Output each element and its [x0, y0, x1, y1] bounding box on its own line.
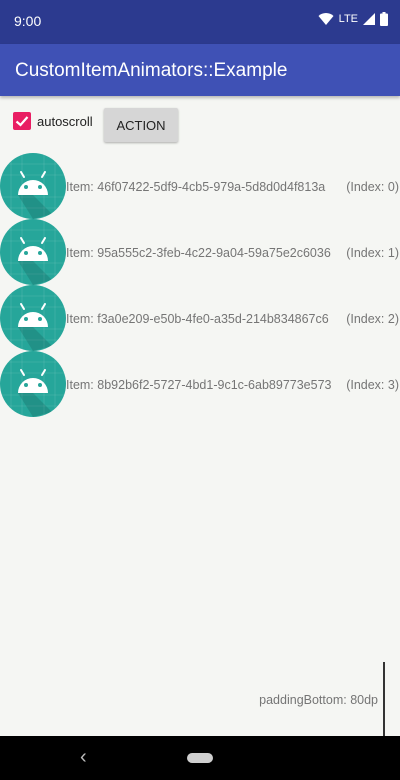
action-button[interactable]: ACTION	[104, 108, 178, 142]
status-time: 9:00	[14, 13, 42, 29]
controls-row: autoscroll ACTION	[0, 96, 400, 154]
item-id-text: Item: 46f07422-5df9-4cb5-979a-5d8d0d4f81…	[66, 180, 326, 194]
android-avatar-icon	[0, 351, 66, 417]
home-pill-icon[interactable]	[187, 753, 213, 763]
list-item[interactable]: Item: 95a555c2-3feb-4c22-9a04-59a75e2c60…	[0, 219, 400, 285]
page-title: CustomItemAnimators::Example	[15, 60, 288, 81]
android-avatar-icon	[0, 285, 66, 351]
item-index-text: (Index: 3)	[346, 378, 399, 392]
item-id-text: Item: 8b92b6f2-5727-4bd1-9c1c-6ab89773e5…	[66, 378, 332, 392]
app-bar: CustomItemAnimators::Example	[0, 44, 400, 96]
android-avatar-icon	[0, 153, 66, 219]
list-item[interactable]: Item: f3a0e209-e50b-4fe0-a35d-214b834867…	[0, 285, 400, 351]
network-type-label: LTE	[338, 13, 358, 25]
item-id-text: Item: f3a0e209-e50b-4fe0-a35d-214b834867…	[66, 312, 329, 326]
navigation-bar: ‹	[0, 736, 400, 780]
item-index-text: (Index: 2)	[346, 312, 399, 326]
padding-bottom-label: paddingBottom: 80dp	[259, 693, 378, 707]
status-bar: 9:00 LTE	[0, 0, 400, 44]
list-item[interactable]: Item: 46f07422-5df9-4cb5-979a-5d8d0d4f81…	[0, 153, 400, 219]
checkmark-icon	[15, 116, 29, 127]
item-index-text: (Index: 1)	[346, 246, 399, 260]
list-item[interactable]: Item: 8b92b6f2-5727-4bd1-9c1c-6ab89773e5…	[0, 351, 400, 417]
back-icon[interactable]: ‹	[80, 746, 87, 769]
android-avatar-icon	[0, 219, 66, 285]
item-index-text: (Index: 0)	[346, 180, 399, 194]
status-icons: LTE	[318, 12, 388, 26]
wifi-icon	[318, 12, 334, 25]
autoscroll-label[interactable]: autoscroll	[37, 114, 93, 129]
item-id-text: Item: 95a555c2-3feb-4c22-9a04-59a75e2c60…	[66, 246, 331, 260]
padding-indicator-line	[383, 662, 385, 736]
autoscroll-checkbox[interactable]	[13, 112, 31, 130]
item-list[interactable]: Item: 46f07422-5df9-4cb5-979a-5d8d0d4f81…	[0, 153, 400, 417]
cellular-signal-icon	[363, 13, 375, 25]
battery-icon	[380, 12, 388, 26]
